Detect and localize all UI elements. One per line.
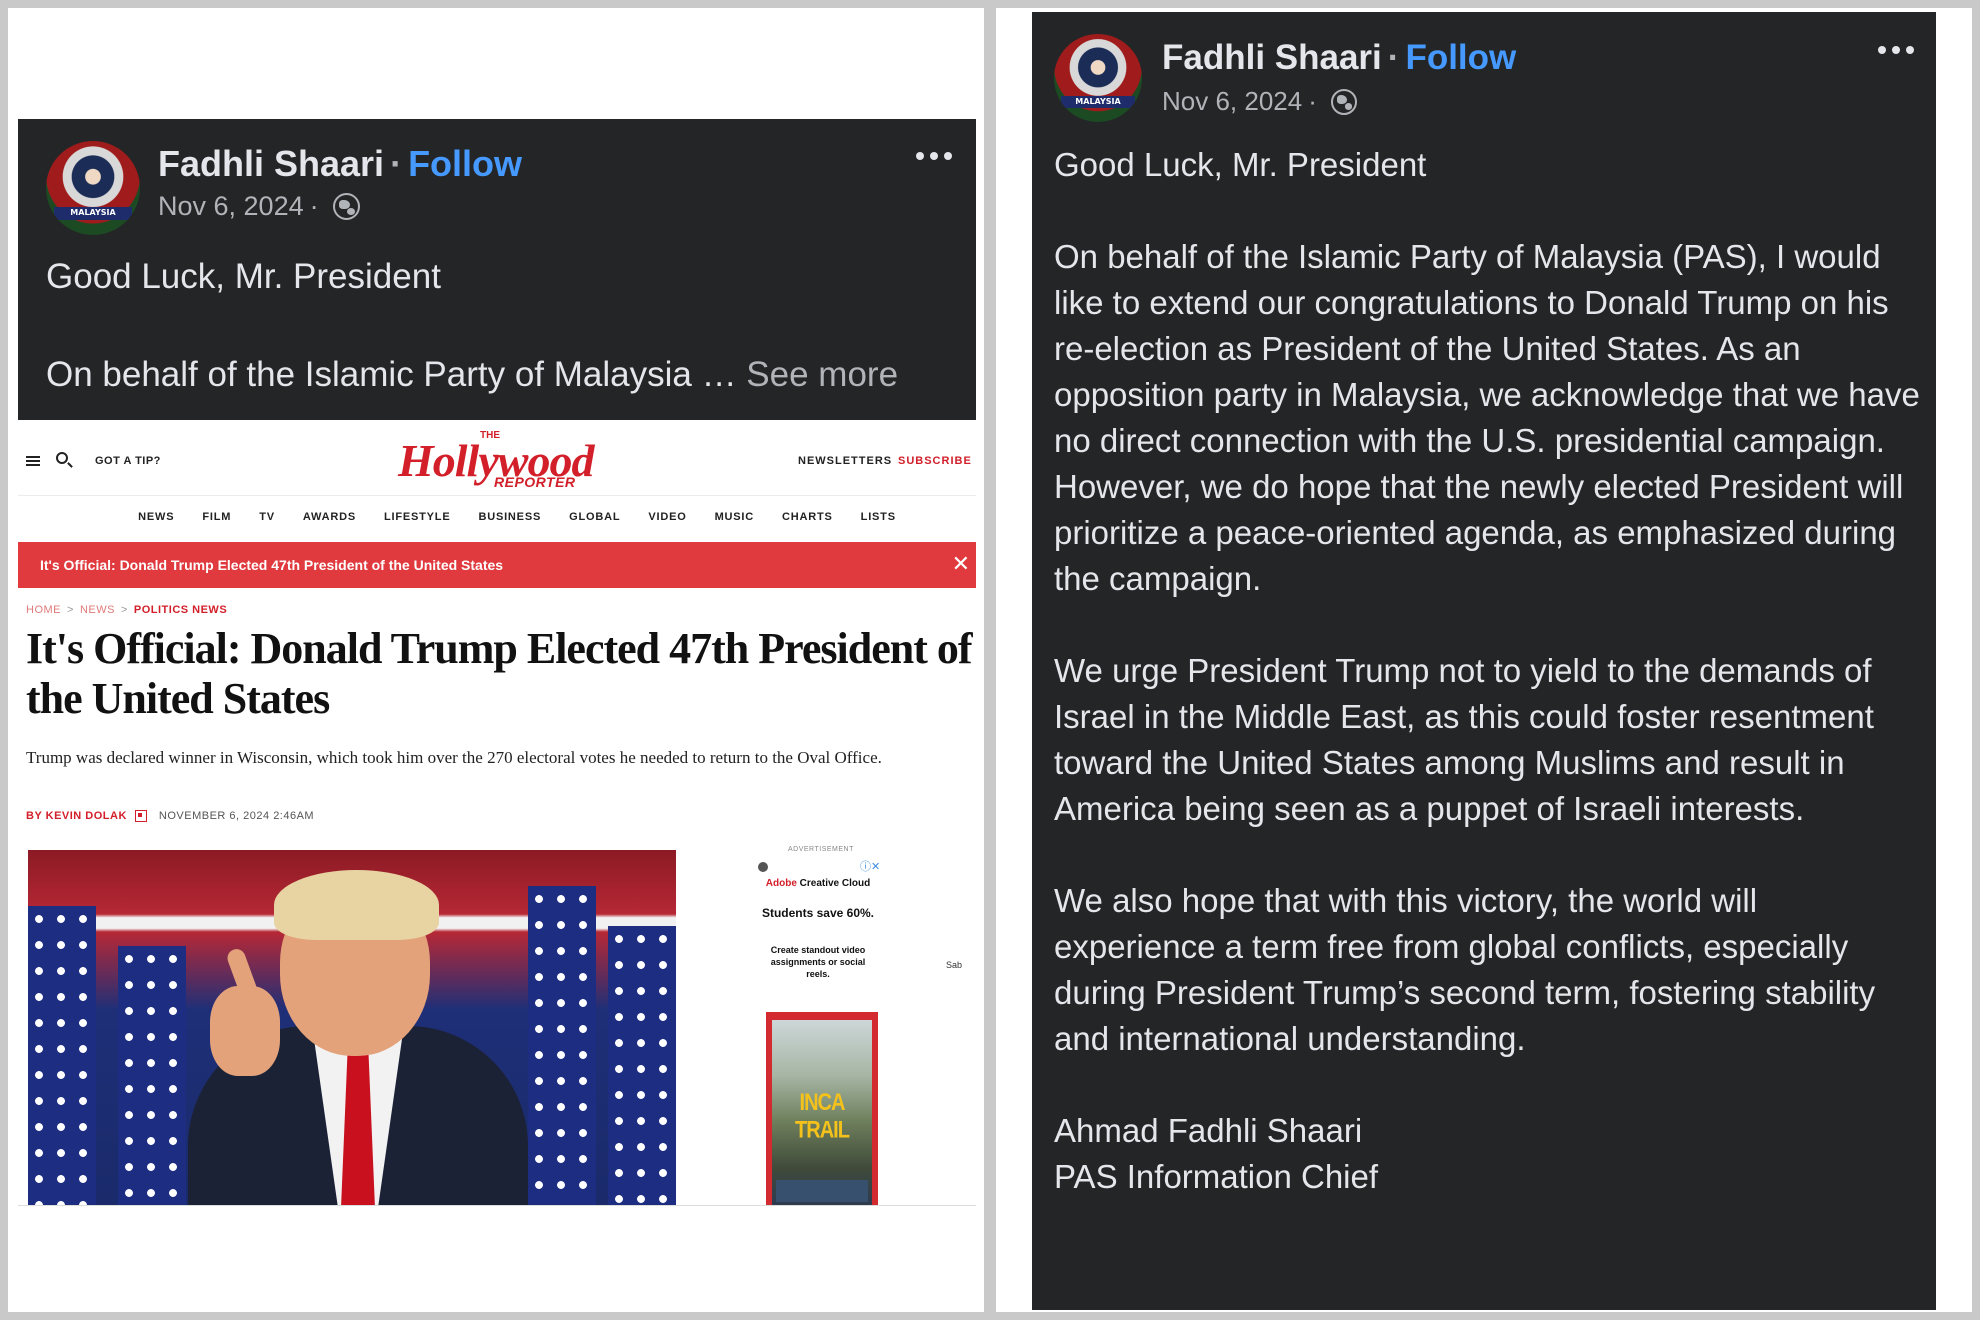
post-excerpt-text: On behalf of the Islamic Party of Malays… (46, 355, 747, 394)
author-row: Fadhli Shaari · Follow (158, 143, 522, 185)
breadcrumb-home[interactable]: HOME (26, 604, 61, 616)
nav-item-awards[interactable]: AWARDS (303, 496, 356, 536)
hero-image (28, 850, 676, 1206)
post-meta: Nov 6, 2024 · (1162, 86, 1516, 117)
nav-item-music[interactable]: MUSIC (715, 496, 754, 536)
breadcrumb-politics-news[interactable]: POLITICS NEWS (134, 604, 227, 616)
post-title: Good Luck, Mr. President (46, 257, 441, 296)
author-name[interactable]: Fadhli Shaari (1162, 38, 1382, 78)
ad-brand-product: Creative Cloud (796, 878, 871, 889)
post-header: MALAYSIA Fadhli Shaari · Follow Nov 6, 2… (1054, 34, 1516, 122)
ad-label: ADVERTISEMENT (788, 846, 854, 853)
signature-name: Ahmad Fadhli Shaari (1054, 1112, 1363, 1149)
see-more-link[interactable]: See more (746, 355, 898, 394)
divider (18, 1205, 976, 1206)
flag-shape (528, 886, 596, 1206)
site-logo[interactable]: Hollywood THE REPORTER (398, 430, 608, 490)
post-excerpt: On behalf of the Islamic Party of Malays… (46, 355, 898, 395)
close-icon[interactable]: ✕ (952, 552, 970, 577)
ad-brand: Adobe Creative Cloud (758, 878, 878, 889)
got-a-tip-link[interactable]: GOT A TIP? (95, 455, 161, 467)
author-link[interactable]: BY KEVIN DOLAK (26, 810, 127, 822)
ad-image[interactable]: INCA TRAIL (766, 1012, 878, 1206)
search-icon[interactable] (56, 452, 68, 464)
site-header: GOT A TIP? Hollywood THE REPORTER NEWSLE… (18, 420, 976, 496)
post-paragraph: We also hope that with this victory, the… (1054, 882, 1876, 1057)
news-article-screenshot: GOT A TIP? Hollywood THE REPORTER NEWSLE… (18, 420, 976, 1206)
avatar-ribbon-text: MALAYSIA (1061, 95, 1135, 108)
post-header-text: Fadhli Shaari · Follow Nov 6, 2024 · (158, 143, 522, 222)
nav-item-business[interactable]: BUSINESS (478, 496, 541, 536)
ad-brand-adobe: Adobe (765, 878, 797, 889)
more-options-icon[interactable] (916, 152, 952, 160)
site-nav: NEWS FILM TV AWARDS LIFESTYLE BUSINESS G… (18, 496, 976, 536)
nav-item-charts[interactable]: CHARTS (782, 496, 833, 536)
meta-separator: · (1308, 86, 1317, 116)
subscribe-link[interactable]: SUBSCRIBE (898, 455, 972, 467)
follow-button[interactable]: Follow (408, 143, 522, 185)
breadcrumb: HOME > NEWS > POLITICS NEWS (26, 604, 227, 616)
avatar-ribbon-text: MALAYSIA (53, 206, 133, 220)
breadcrumb-separator: > (67, 604, 74, 616)
ad-close-icon[interactable]: ⓘ✕ (860, 858, 880, 874)
ad-info-icon[interactable] (758, 862, 768, 872)
facebook-post-full: MALAYSIA Fadhli Shaari · Follow Nov 6, 2… (1032, 12, 1936, 1310)
public-globe-icon (1330, 88, 1357, 115)
advertisement[interactable]: ADVERTISEMENT ⓘ✕ Adobe Creative Cloud St… (758, 840, 976, 1206)
signature-title: PAS Information Chief (1054, 1158, 1379, 1195)
post-date[interactable]: Nov 6, 2024 (158, 191, 304, 222)
follow-button[interactable]: Follow (1405, 38, 1516, 78)
right-panel: MALAYSIA Fadhli Shaari · Follow Nov 6, 2… (996, 8, 1972, 1312)
article-dek: Trump was declared winner in Wisconsin, … (26, 748, 882, 767)
ad-side-text: Sab (946, 960, 963, 970)
nav-item-video[interactable]: VIDEO (648, 496, 686, 536)
more-options-icon[interactable] (1878, 46, 1914, 54)
post-paragraph: On behalf of the Islamic Party of Malays… (1054, 238, 1920, 597)
flag-shape (608, 926, 676, 1206)
breadcrumb-news[interactable]: NEWS (80, 604, 115, 616)
avatar[interactable]: MALAYSIA (1054, 34, 1142, 122)
meta-separator: · (309, 191, 319, 221)
avatar[interactable]: MALAYSIA (46, 141, 140, 235)
flag-shape (118, 946, 186, 1206)
flag-shape (28, 906, 96, 1206)
author-name[interactable]: Fadhli Shaari (158, 143, 384, 185)
nav-item-lists[interactable]: LISTS (861, 496, 896, 536)
separator-dot: · (1387, 38, 1400, 77)
newsletters-link[interactable]: NEWSLETTERS (798, 455, 892, 467)
post-date[interactable]: Nov 6, 2024 (1162, 86, 1302, 117)
separator-dot: · (390, 143, 403, 184)
nav-item-tv[interactable]: TV (259, 496, 275, 536)
breaking-news-text[interactable]: It's Official: Donald Trump Elected 47th… (40, 557, 503, 573)
article-headline: It's Official: Donald Trump Elected 47th… (26, 624, 973, 723)
author-badge-icon (134, 810, 147, 822)
facebook-post-preview: MALAYSIA Fadhli Shaari · Follow Nov 6, 2… (18, 119, 976, 420)
nav-item-lifestyle[interactable]: LIFESTYLE (384, 496, 450, 536)
logo-sub-text: REPORTER (494, 474, 576, 490)
left-panel: MALAYSIA Fadhli Shaari · Follow Nov 6, 2… (8, 8, 984, 1312)
person-figure (188, 856, 528, 1206)
post-title: Good Luck, Mr. President (1054, 146, 1427, 183)
post-body: Good Luck, Mr. President On behalf of th… (1054, 142, 1924, 1200)
post-header: MALAYSIA Fadhli Shaari · Follow Nov 6, 2… (46, 141, 522, 235)
nav-item-news[interactable]: NEWS (138, 496, 174, 536)
breaking-news-bar[interactable]: It's Official: Donald Trump Elected 47th… (18, 542, 976, 588)
menu-icon[interactable] (26, 456, 40, 466)
author-row: Fadhli Shaari · Follow (1162, 38, 1516, 78)
ad-image-title: INCA TRAIL (795, 1089, 850, 1144)
public-globe-icon (332, 193, 360, 220)
post-meta: Nov 6, 2024 · (158, 191, 522, 222)
ad-subtext: Create standout video assignments or soc… (770, 945, 866, 979)
post-header-text: Fadhli Shaari · Follow Nov 6, 2024 · (1162, 38, 1516, 117)
post-paragraph: We urge President Trump not to yield to … (1054, 652, 1874, 827)
byline: BY KEVIN DOLAK NOVEMBER 6, 2024 2:46AM (26, 810, 314, 822)
article-date: NOVEMBER 6, 2024 2:46AM (158, 810, 315, 822)
breadcrumb-separator: > (120, 604, 128, 616)
ad-headline: Students save 60%. (761, 906, 875, 920)
nav-item-film[interactable]: FILM (202, 496, 231, 536)
nav-item-global[interactable]: GLOBAL (569, 496, 620, 536)
logo-the-text: THE (480, 430, 500, 441)
